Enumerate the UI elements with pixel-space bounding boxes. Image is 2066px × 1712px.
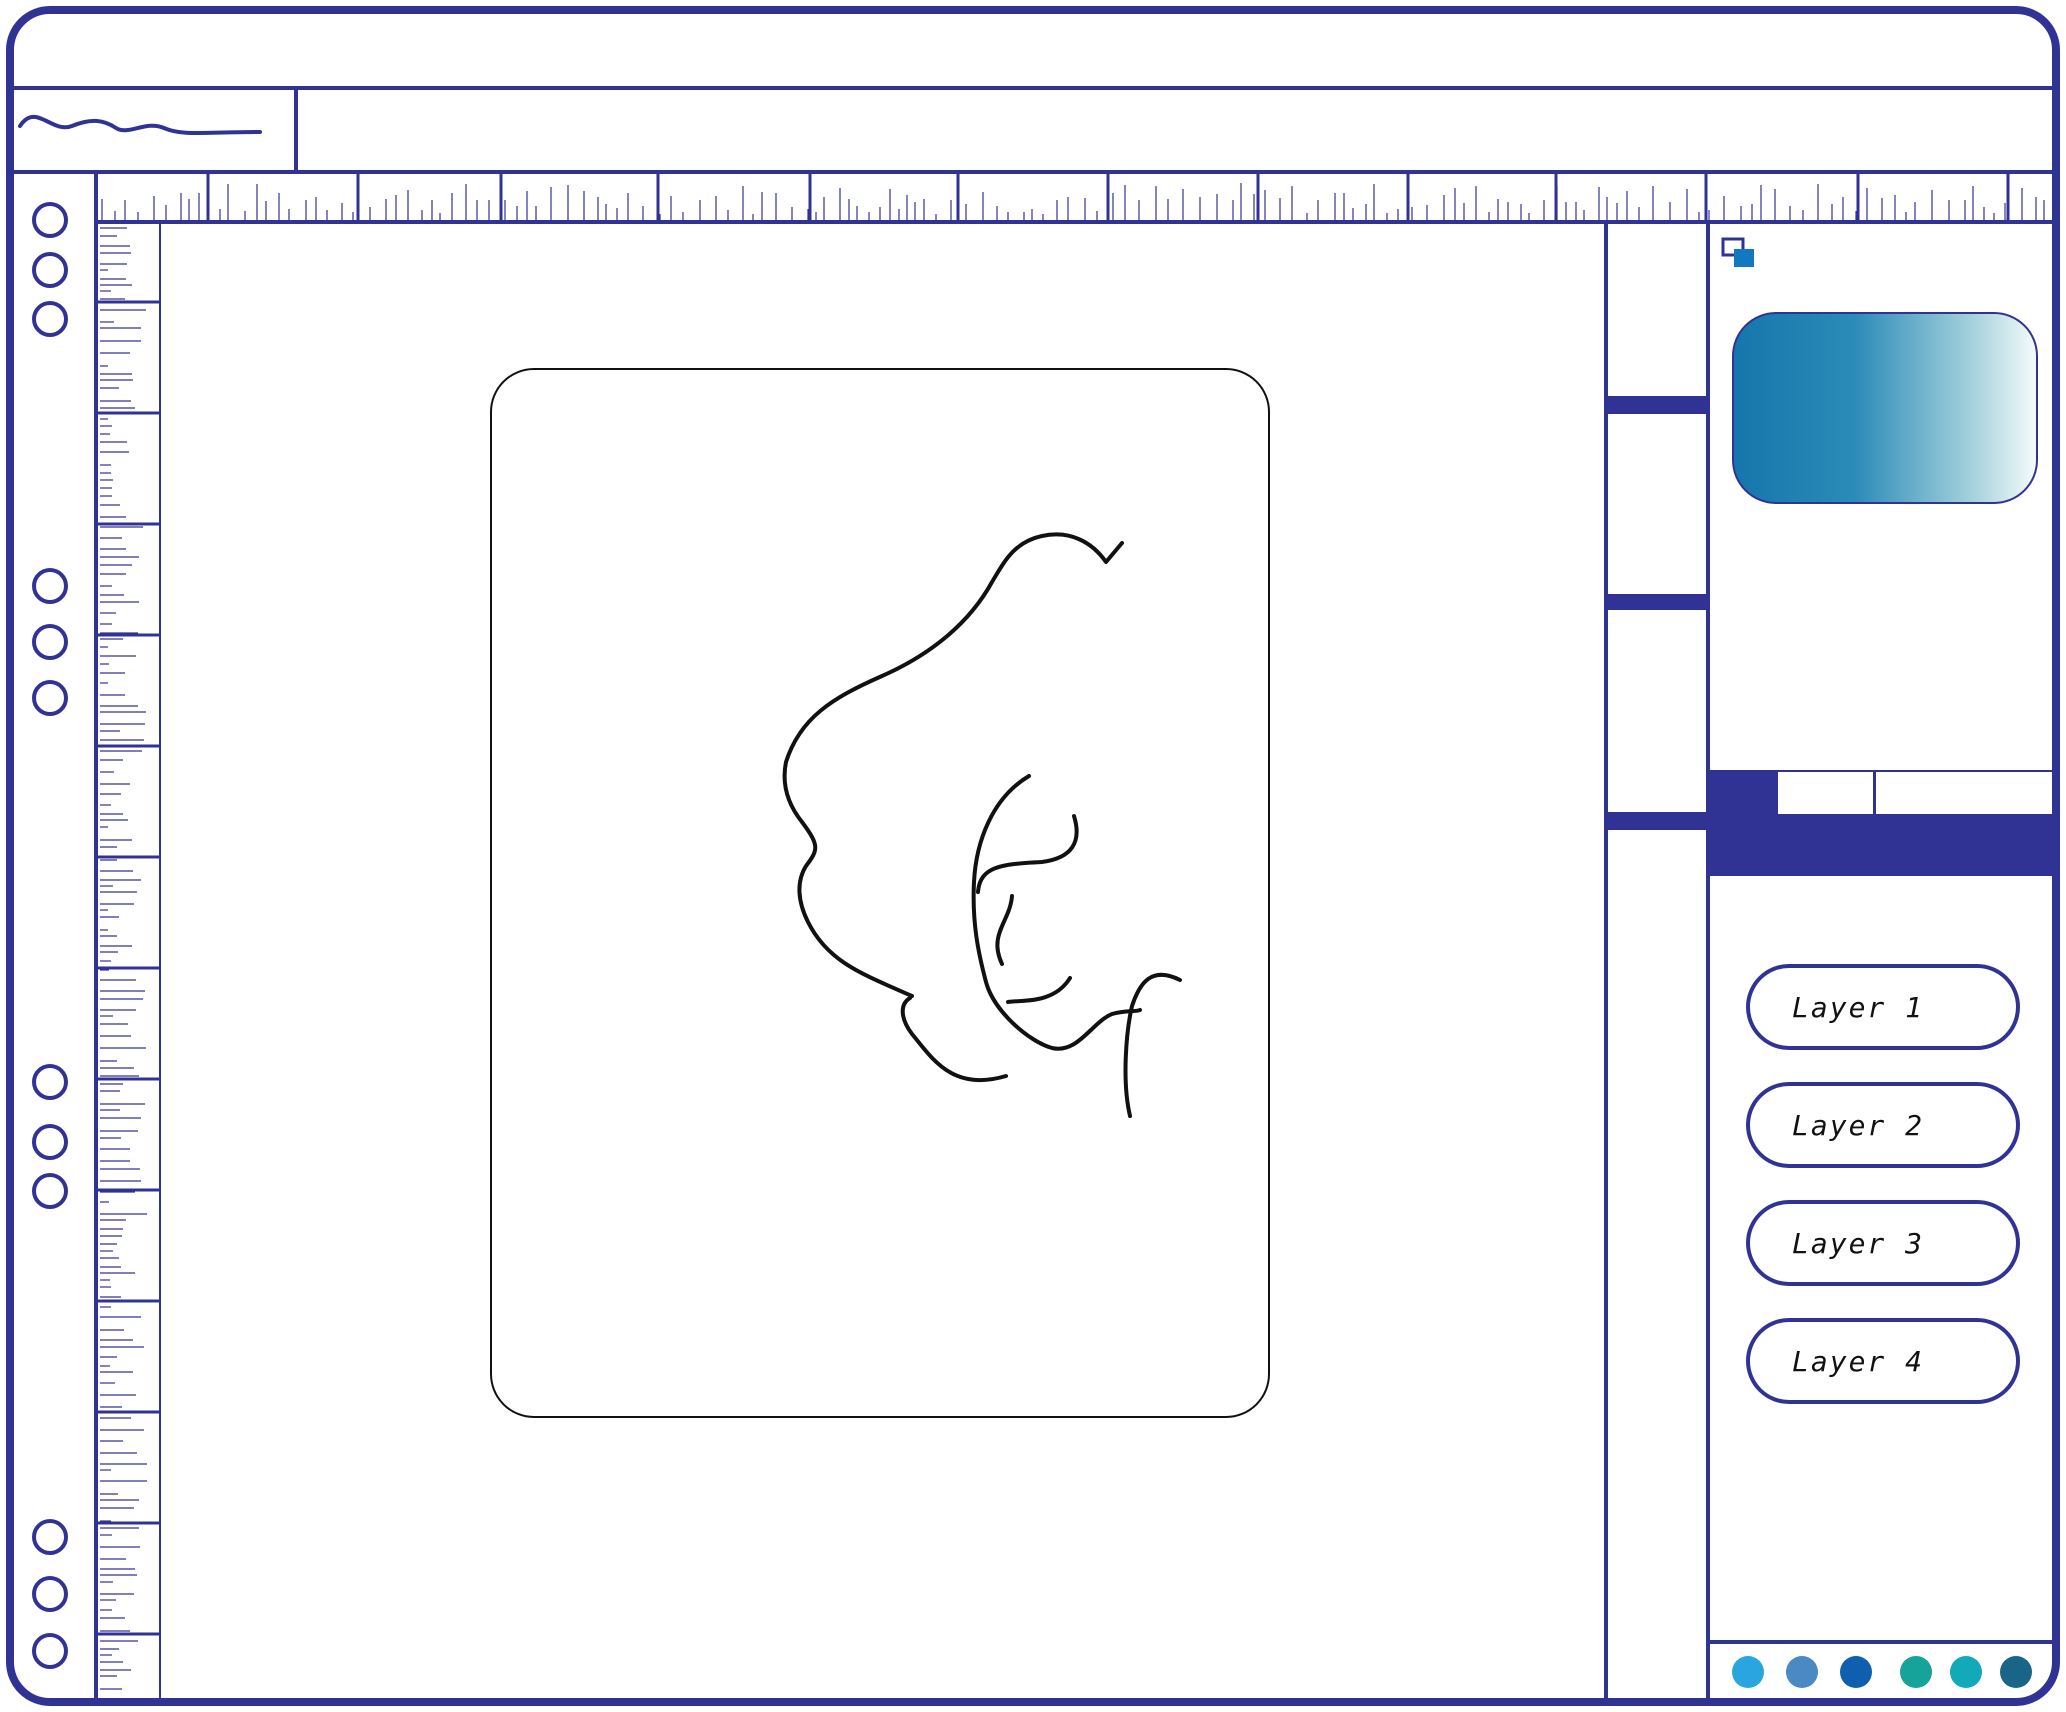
tool-button-7[interactable] bbox=[32, 1064, 68, 1100]
panel-left-divider bbox=[1706, 224, 1710, 1700]
logo-divider bbox=[294, 90, 298, 172]
logo bbox=[14, 90, 294, 170]
wave-logo-icon bbox=[18, 114, 262, 135]
tool-button-3[interactable] bbox=[32, 301, 68, 337]
swatch-2[interactable] bbox=[1786, 1656, 1818, 1688]
line-drawing bbox=[782, 532, 1182, 1118]
vertical-ruler[interactable] bbox=[98, 224, 160, 1700]
tool-button-9[interactable] bbox=[32, 1173, 68, 1209]
tool-button-1[interactable] bbox=[32, 202, 68, 238]
swatch-5[interactable] bbox=[1950, 1656, 1982, 1688]
side-strip-bar-1[interactable] bbox=[1606, 396, 1708, 414]
side-strip-divider bbox=[1606, 826, 1708, 830]
swatch-4[interactable] bbox=[1900, 1656, 1932, 1688]
tool-button-6[interactable] bbox=[32, 680, 68, 716]
vertical-ruler-edge bbox=[159, 224, 161, 1700]
layer-label: Layer 1 bbox=[1792, 990, 1925, 1024]
tool-button-10[interactable] bbox=[32, 1519, 68, 1555]
tab-2[interactable] bbox=[1778, 772, 1876, 814]
layer-item-1[interactable]: Layer 1 bbox=[1746, 964, 2020, 1050]
tab-1-active[interactable] bbox=[1710, 772, 1778, 814]
side-strip-bar-2[interactable] bbox=[1606, 594, 1708, 610]
tool-button-11[interactable] bbox=[32, 1576, 68, 1612]
layer-label: Layer 4 bbox=[1792, 1344, 1925, 1378]
layer-item-2[interactable]: Layer 2 bbox=[1746, 1082, 2020, 1168]
tool-button-12[interactable] bbox=[32, 1633, 68, 1669]
swatch-6[interactable] bbox=[2000, 1656, 2032, 1688]
tool-button-8[interactable] bbox=[32, 1124, 68, 1160]
swatch-row-divider bbox=[1710, 1640, 2052, 1644]
swatch-1[interactable] bbox=[1732, 1656, 1764, 1688]
layer-label: Layer 3 bbox=[1792, 1226, 1925, 1260]
gradient-preview[interactable] bbox=[1732, 312, 2038, 504]
horizontal-ruler[interactable] bbox=[98, 174, 2052, 222]
tool-button-4[interactable] bbox=[32, 568, 68, 604]
swatch-3[interactable] bbox=[1840, 1656, 1872, 1688]
layer-item-4[interactable]: Layer 4 bbox=[1746, 1318, 2020, 1404]
artboard[interactable] bbox=[490, 368, 1270, 1418]
fill-stroke-icon[interactable] bbox=[1720, 236, 1760, 272]
canvas-right-divider bbox=[1604, 224, 1608, 1700]
tool-button-5[interactable] bbox=[32, 624, 68, 660]
tool-button-2[interactable] bbox=[32, 252, 68, 288]
title-bar-divider bbox=[14, 86, 2052, 90]
layer-label: Layer 2 bbox=[1792, 1108, 1925, 1142]
panel-header-bar bbox=[1710, 814, 2052, 876]
tab-3[interactable] bbox=[1876, 772, 2052, 814]
ruler-bottom-line bbox=[94, 220, 2052, 224]
layer-item-3[interactable]: Layer 3 bbox=[1746, 1200, 2020, 1286]
